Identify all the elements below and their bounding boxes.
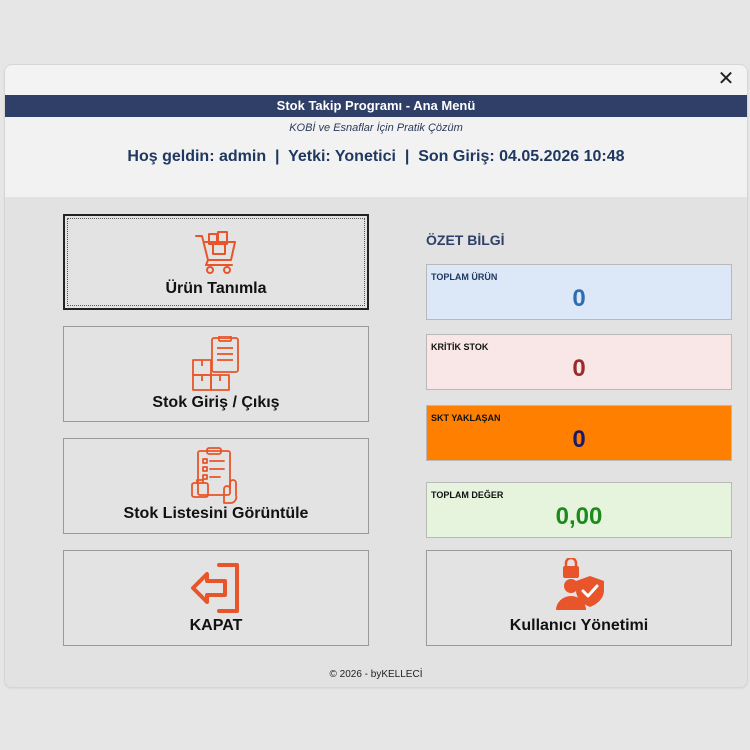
- stok-listesi-button[interactable]: Stok Listesini Görüntüle: [63, 438, 369, 534]
- user-security-icon: [556, 558, 604, 610]
- exit-arrow-icon: [191, 563, 239, 613]
- stok-giris-cikis-button[interactable]: Stok Giriş / Çıkış: [63, 326, 369, 422]
- stok-listesi-label: Stok Listesini Görüntüle: [123, 505, 309, 522]
- footer-copyright: © 2026 - byKELLECİ: [329, 669, 423, 680]
- skt-yaklasan-value: 0: [572, 426, 586, 453]
- clipboard-list-icon: [191, 447, 238, 504]
- summary-title: ÖZET BİLGİ: [426, 232, 505, 248]
- warehouse-boxes-icon: [192, 336, 239, 391]
- welcome-text: Hoş geldin: admin | Yetki: Yonetici | So…: [127, 148, 625, 165]
- close-icon[interactable]: ✕: [715, 68, 737, 90]
- toplam-deger-card: TOPLAM DEĞER 0,00: [426, 482, 732, 538]
- kapat-button[interactable]: KAPAT: [63, 550, 369, 646]
- urun-tanimla-button[interactable]: Ürün Tanımla: [63, 214, 369, 310]
- toplam-urun-card: TOPLAM ÜRÜN 0: [426, 264, 732, 320]
- skt-yaklasan-label: SKT YAKLAŞAN: [431, 413, 501, 423]
- main-window: ✕ Stok Takip Programı - Ana Menü KOBİ ve…: [4, 64, 748, 688]
- skt-yaklasan-card: SKT YAKLAŞAN 0: [426, 405, 732, 461]
- stok-giris-cikis-label: Stok Giriş / Çıkış: [152, 394, 280, 411]
- app-subtitle: KOBİ ve Esnaflar İçin Pratik Çözüm: [289, 122, 463, 134]
- kritik-stok-label: KRİTİK STOK: [431, 342, 489, 352]
- kapat-label: KAPAT: [189, 617, 243, 634]
- app-title-banner: Stok Takip Programı - Ana Menü: [5, 95, 747, 117]
- shopping-cart-icon: [195, 231, 236, 274]
- kritik-stok-value: 0: [572, 355, 586, 382]
- kullanici-yonetimi-label: Kullanıcı Yönetimi: [509, 617, 649, 634]
- welcome-header: KOBİ ve Esnaflar İçin Pratik Çözüm Hoş g…: [5, 117, 747, 197]
- toplam-urun-value: 0: [572, 285, 586, 312]
- toplam-deger-value: 0,00: [555, 503, 603, 530]
- toplam-deger-label: TOPLAM DEĞER: [431, 490, 504, 500]
- kritik-stok-card: KRİTİK STOK 0: [426, 334, 732, 390]
- kullanici-yonetimi-button[interactable]: Kullanıcı Yönetimi: [426, 550, 732, 646]
- title-bar: ✕: [5, 65, 747, 95]
- toplam-urun-label: TOPLAM ÜRÜN: [431, 272, 498, 282]
- urun-tanimla-label: Ürün Tanımla: [165, 280, 267, 297]
